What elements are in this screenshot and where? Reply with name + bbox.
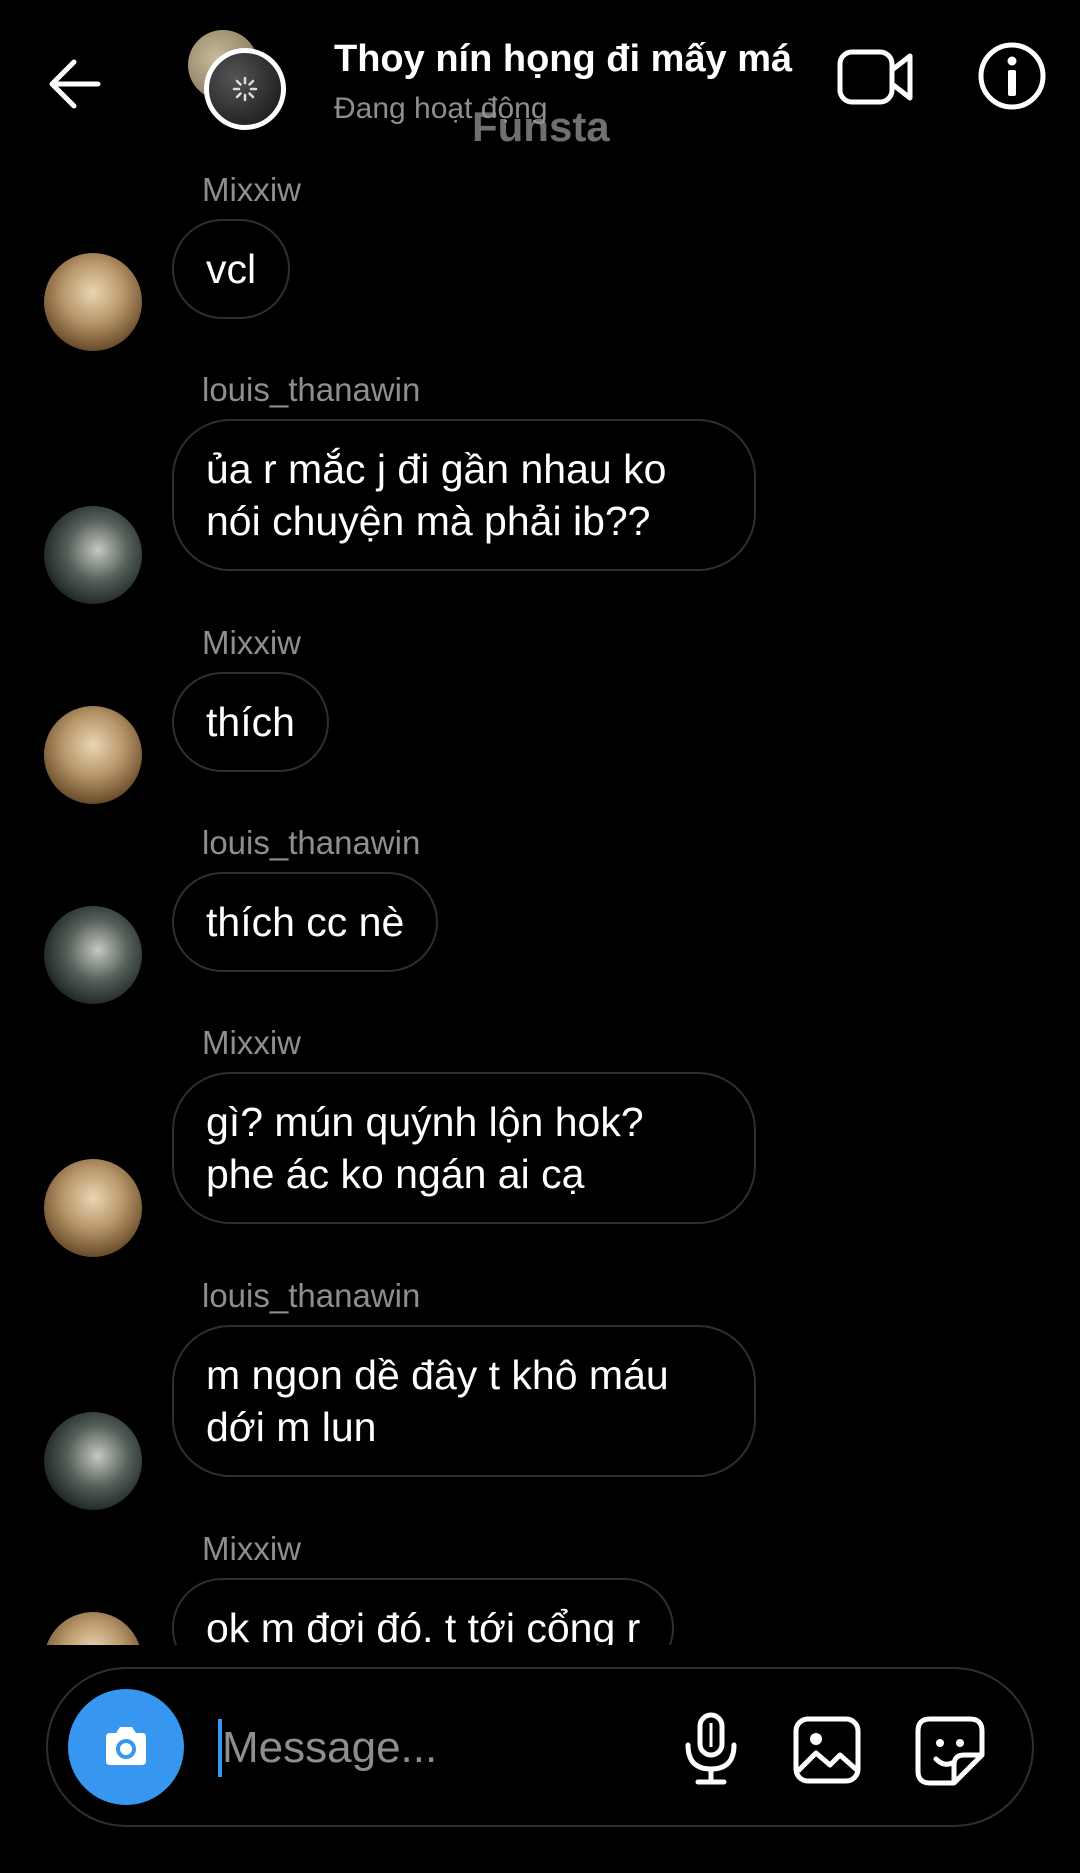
avatar[interactable] <box>44 1412 142 1510</box>
message-input[interactable] <box>220 1709 704 1787</box>
message-sender: louis_thanawin <box>202 371 421 408</box>
avatar[interactable] <box>44 253 142 351</box>
microphone-icon <box>685 1712 737 1785</box>
loading-spinner-icon <box>232 76 258 102</box>
camera-icon <box>106 1727 146 1765</box>
info-button[interactable] <box>976 40 1048 112</box>
back-button[interactable] <box>40 48 112 120</box>
chat-title[interactable]: Thoy nín họng đi mấy má <box>334 38 792 81</box>
video-camera-icon <box>837 49 913 105</box>
watermark: Funsta <box>472 103 610 150</box>
message-sender: Mixxiw <box>202 1024 301 1061</box>
info-icon <box>978 42 1046 110</box>
group-avatar[interactable] <box>188 30 298 135</box>
message-bubble[interactable]: gì? mún quýnh lộn hok? phe ác ko ngán ai… <box>172 1072 756 1224</box>
message-bubble[interactable]: thích <box>172 672 329 772</box>
message-sender: louis_thanawin <box>202 824 421 861</box>
avatar[interactable] <box>44 1612 142 1645</box>
group-avatar-front <box>204 48 286 130</box>
message-sender: Mixxiw <box>202 171 301 208</box>
avatar[interactable] <box>44 506 142 604</box>
chat-screen: Thoy nín họng đi mấy má Đang hoạt động F… <box>0 0 1080 1873</box>
image-icon <box>793 1716 861 1784</box>
message-sender: Mixxiw <box>202 1530 301 1567</box>
voice-message-button[interactable] <box>676 1711 746 1787</box>
message-bubble[interactable]: m ngon dề đây t khô máu dới m lun <box>172 1325 756 1477</box>
message-bubble[interactable]: ủa r mắc j đi gần nhau ko nói chuyện mà … <box>172 419 756 571</box>
gallery-button[interactable] <box>792 1715 862 1785</box>
message-list[interactable]: Mixxiw vcl louis_thanawin ủa r mắc j đi … <box>0 165 1080 1645</box>
video-call-button[interactable] <box>836 42 916 112</box>
avatar[interactable] <box>44 1159 142 1257</box>
message-sender: louis_thanawin <box>202 1277 421 1314</box>
avatar[interactable] <box>44 706 142 804</box>
sticker-icon <box>915 1716 985 1786</box>
message-bubble[interactable]: vcl <box>172 219 291 319</box>
chat-header: Thoy nín họng đi mấy má Đang hoạt động F… <box>0 0 1080 165</box>
message-bubble[interactable]: thích cc nè <box>172 872 439 972</box>
avatar[interactable] <box>44 906 142 1004</box>
message-composer <box>46 1667 1034 1827</box>
arrow-left-icon <box>49 59 101 109</box>
message-bubble[interactable]: ok m đợi đó. t tới cổng r <box>172 1578 675 1645</box>
sticker-button[interactable] <box>914 1715 986 1787</box>
message-sender: Mixxiw <box>202 624 301 661</box>
camera-button[interactable] <box>68 1689 184 1805</box>
